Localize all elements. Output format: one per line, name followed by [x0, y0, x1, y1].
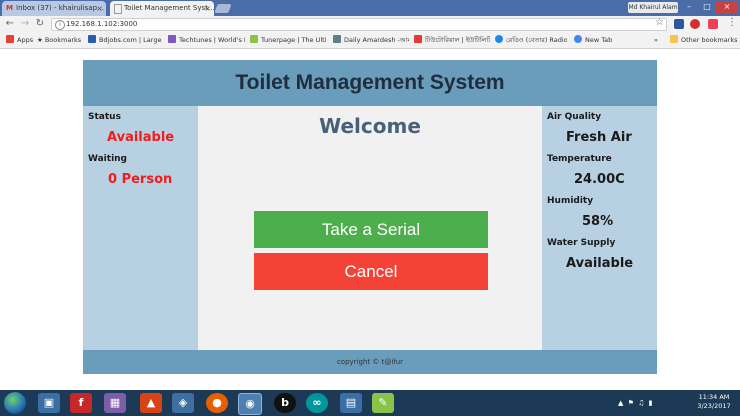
temperature-value: 24.00C	[574, 172, 625, 187]
pocket-icon[interactable]	[708, 19, 718, 29]
waiting-label: Waiting	[88, 154, 128, 164]
toilet-management-app: Toilet Management System Status Availabl…	[83, 60, 657, 374]
status-value: Available	[107, 130, 175, 145]
back-icon[interactable]: ←	[4, 18, 16, 30]
clock-time: 11:34 AM	[698, 393, 730, 401]
humidity-value: 58%	[582, 214, 614, 229]
python-icon[interactable]: ◈	[172, 393, 194, 413]
tab-inbox[interactable]: M Inbox (37) - khairulisap… ×	[2, 1, 106, 16]
close-tab-icon[interactable]: ×	[204, 1, 211, 16]
bookmark-item[interactable]: Bdjobs.com | Largest	[88, 33, 162, 48]
profile-button[interactable]: Md Khairul Alam	[628, 2, 678, 13]
app-b-icon[interactable]: b	[274, 393, 296, 413]
bookmark-item[interactable]: Tunerpage | The Ultim	[250, 33, 327, 48]
star-icon: ★	[37, 36, 43, 44]
minimize-button[interactable]: –	[680, 1, 698, 13]
bookmark-item[interactable]: টিউটোরিয়াল | ইউটিলিটি সফট	[414, 33, 490, 48]
bdjobs-icon	[88, 35, 96, 43]
taskbar: ▣ f ▦ ▲ ◈ ● ◉ b ∞ ▤ ✎ ▲ ⚑ ♫ ▮ 11:34 AM 3…	[0, 390, 740, 416]
url-text: 192.168.1.102:3000	[66, 20, 138, 28]
address-bar[interactable]: i 192.168.1.102:3000	[51, 18, 667, 31]
tab-label: Inbox (37) - khairulisap…	[16, 4, 105, 12]
bookmark-item[interactable]: ★ Bookmarks	[37, 33, 83, 48]
close-window-button[interactable]: ×	[716, 1, 738, 13]
temperature-label: Temperature	[547, 154, 612, 164]
cancel-button[interactable]: Cancel	[254, 253, 488, 290]
air-quality-value: Fresh Air	[566, 130, 632, 145]
gmail-icon: M	[6, 4, 13, 12]
tab-toilet-management[interactable]: Toilet Management Syst… ×	[110, 1, 214, 16]
new-tab-button[interactable]	[214, 4, 232, 13]
bookmark-item[interactable]: Apps	[6, 33, 34, 48]
google-icon	[574, 35, 582, 43]
footer-copyright: copyright © t@ifur	[83, 350, 657, 374]
winrar-icon[interactable]: ▦	[104, 393, 126, 413]
air-quality-label: Air Quality	[547, 112, 602, 122]
bookmark-item[interactable]: New Tab	[574, 33, 614, 48]
water-supply-value: Available	[566, 256, 634, 271]
tab-label: Toilet Management Syst…	[124, 4, 214, 12]
clock[interactable]: 11:34 AM 3/23/2017	[692, 393, 736, 411]
water-supply-label: Water Supply	[547, 238, 616, 248]
browser-title-bar: M Inbox (37) - khairulisap… × Toilet Man…	[0, 0, 740, 16]
page-icon	[114, 4, 122, 14]
extension-icon[interactable]	[674, 19, 684, 29]
reload-icon[interactable]: ↻	[34, 18, 46, 30]
maximize-button[interactable]: □	[698, 1, 716, 13]
more-bookmarks-button[interactable]: »	[654, 33, 664, 48]
bookmark-star-icon[interactable]: ☆	[655, 17, 664, 28]
page-title: Toilet Management System	[83, 60, 657, 106]
take-serial-button[interactable]: Take a Serial	[254, 211, 488, 248]
sensor-panel: Air Quality Fresh Air Temperature 24.00C…	[542, 106, 657, 350]
tutorial-icon	[414, 35, 422, 43]
bookmark-item[interactable]: Techtunes | World's F	[168, 33, 245, 48]
firefox-icon[interactable]: ●	[206, 393, 228, 413]
arduino-icon[interactable]: ∞	[306, 393, 328, 413]
info-icon[interactable]: i	[55, 20, 65, 30]
status-label: Status	[88, 112, 121, 122]
amardesh-icon	[333, 35, 341, 43]
network-app-icon[interactable]: ▤	[340, 393, 362, 413]
matlab-icon[interactable]: ▲	[140, 393, 162, 413]
bookmark-item[interactable]: রেডিও (বেতার) Radio	[495, 33, 567, 48]
toolbar: ← → ↻ i 192.168.1.102:3000	[0, 16, 740, 33]
notepad-icon[interactable]: ✎	[372, 393, 394, 413]
apps-icon	[6, 35, 14, 43]
status-panel: Status Available Waiting 0 Person	[83, 106, 198, 350]
waiting-value: 0 Person	[108, 172, 173, 187]
humidity-label: Humidity	[547, 196, 594, 206]
bookmark-item[interactable]: Daily Amardesh -আমার	[333, 33, 409, 48]
main-panel: Welcome Take a Serial Cancel	[198, 106, 542, 350]
adblock-icon[interactable]	[690, 19, 700, 29]
close-tab-icon[interactable]: ×	[96, 1, 103, 16]
welcome-heading: Welcome	[319, 114, 421, 138]
menu-icon[interactable]: ⋮	[727, 17, 737, 28]
explorer-icon[interactable]: ▣	[38, 393, 60, 413]
techtunes-icon	[168, 35, 176, 43]
radio-icon	[495, 35, 503, 43]
folder-icon	[670, 35, 678, 43]
app-f-icon[interactable]: f	[70, 393, 92, 413]
other-bookmarks[interactable]: Other bookmarks	[670, 33, 738, 48]
clock-date: 3/23/2017	[697, 402, 731, 410]
tunerpage-icon	[250, 35, 258, 43]
system-tray[interactable]: ▲ ⚑ ♫ ▮	[618, 393, 653, 413]
forward-icon[interactable]: →	[19, 18, 31, 30]
bookmarks-bar: Apps ★ Bookmarks Bdjobs.com | Largest Tec…	[0, 33, 740, 49]
chrome-icon[interactable]: ◉	[238, 393, 262, 415]
start-button[interactable]	[4, 392, 26, 414]
